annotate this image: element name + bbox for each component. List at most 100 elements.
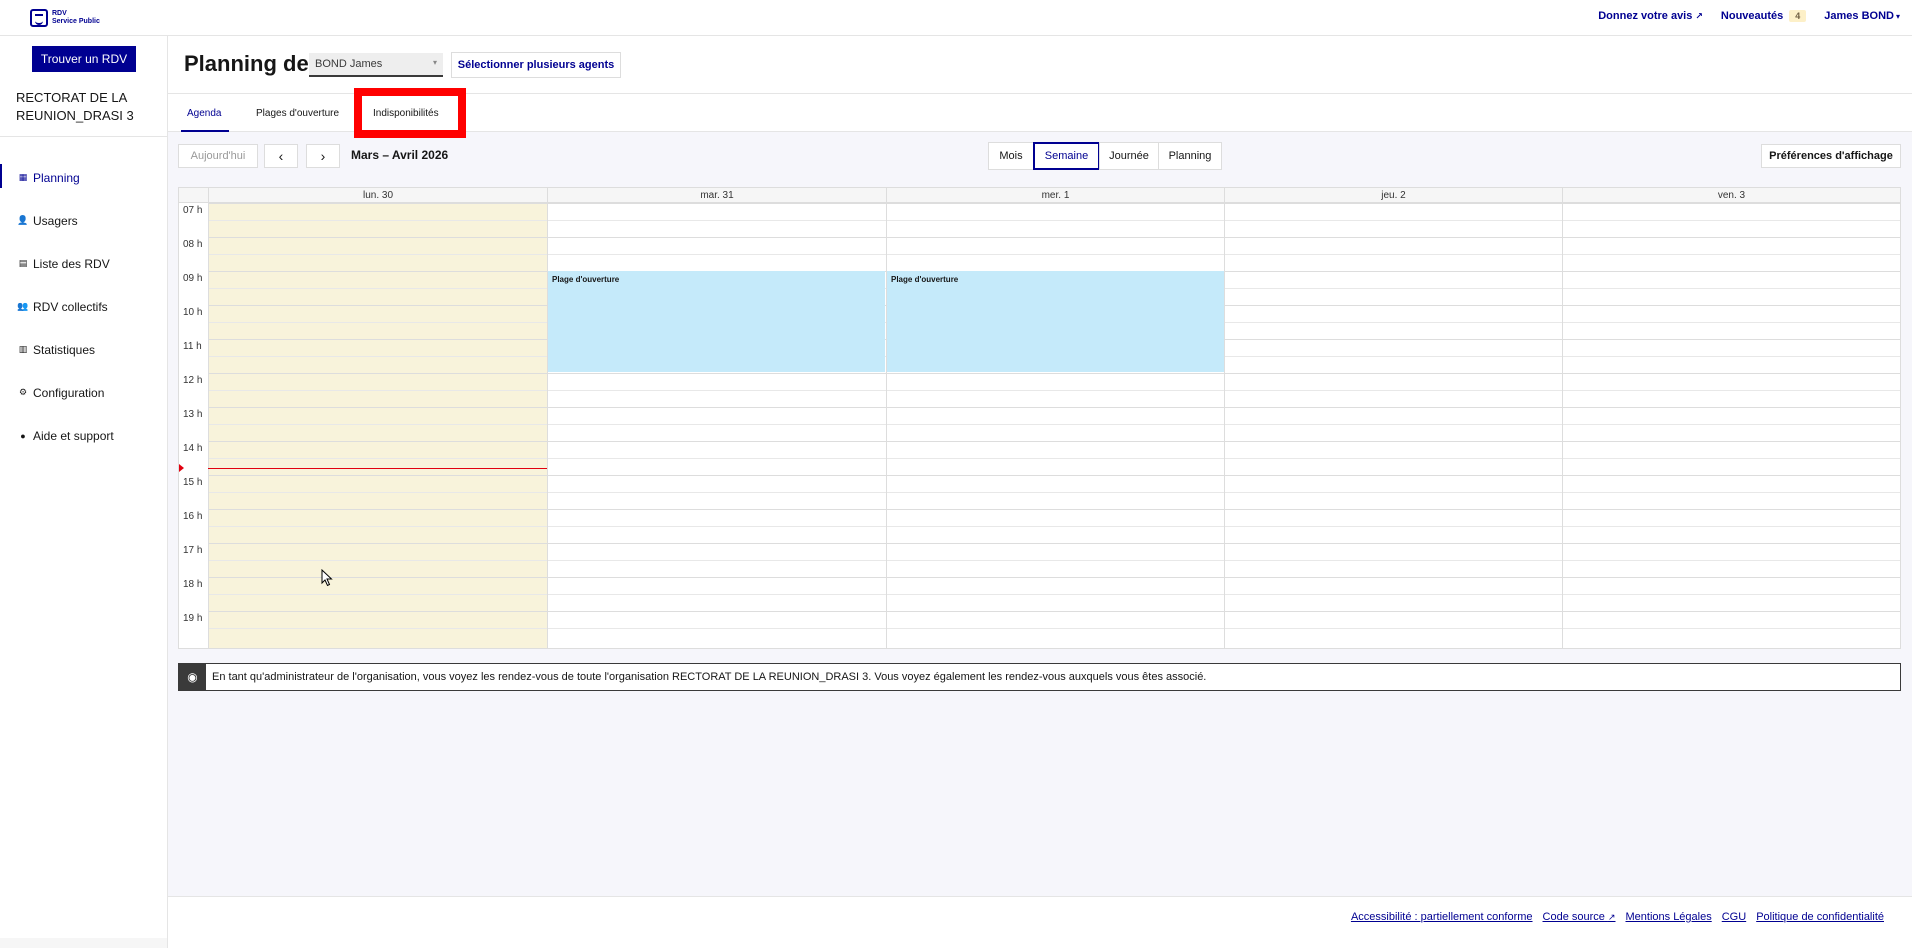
user-name: James BOND	[1824, 10, 1894, 22]
footer: Accessibilité : partiellement conforme C…	[168, 896, 1912, 948]
day-header: jeu. 2	[1224, 188, 1562, 203]
site-logo[interactable]: RDV Service Public	[30, 9, 100, 27]
hour-label: 15 h	[183, 477, 203, 488]
sidebar-divider	[0, 136, 167, 137]
date-range-title: Mars – Avril 2026	[351, 148, 449, 162]
day-header: ven. 3	[1562, 188, 1900, 203]
footer-link-cgu[interactable]: CGU	[1722, 911, 1746, 923]
logo-icon	[30, 9, 48, 27]
hour-label: 07 h	[183, 205, 203, 216]
logo-line-1: RDV	[52, 10, 67, 17]
feedback-link[interactable]: Donnez votre avis ↗	[1598, 10, 1703, 22]
half-hour-line	[208, 254, 1900, 255]
mouse-cursor-icon	[321, 569, 333, 587]
half-hour-line	[208, 492, 1900, 493]
prev-button[interactable]: ‹	[264, 144, 298, 168]
sidebar-nav: ▦ Planning 👤 Usagers ▤ Liste des RDV 👥 RDV c…	[0, 156, 167, 457]
day-header: mar. 31	[547, 188, 886, 203]
sidebar-item-rdv-collectifs[interactable]: 👥 RDV collectifs	[0, 285, 167, 328]
day-column-line	[886, 188, 887, 648]
sidebar-item-configuration[interactable]: ⚙ Configuration	[0, 371, 167, 414]
organisation-name[interactable]: RECTORAT DE LA REUNION_DRASI 3	[16, 89, 156, 125]
sidebar-item-label: Usagers	[33, 213, 78, 228]
calendar-header: lun. 30 mar. 31 mer. 1 jeu. 2 ven. 3	[179, 188, 1900, 203]
day-header: mer. 1	[886, 188, 1224, 203]
day-column-line	[1562, 188, 1563, 648]
half-hour-line	[208, 390, 1900, 391]
footer-link-privacy[interactable]: Politique de confidentialité	[1756, 911, 1884, 923]
week-calendar: lun. 30 mar. 31 mer. 1 jeu. 2 ven. 3 Pla…	[178, 187, 1901, 649]
day-header: lun. 30	[208, 188, 547, 203]
sidebar-item-liste-rdv[interactable]: ▤ Liste des RDV	[0, 242, 167, 285]
opening-slot-event[interactable]: Plage d'ouverture	[887, 271, 1224, 372]
footer-link-legal[interactable]: Mentions Légales	[1626, 911, 1712, 923]
sidebar-item-label: Liste des RDV	[33, 256, 110, 271]
external-link-icon: ↗	[1695, 11, 1703, 21]
news-label: Nouveautés	[1720, 10, 1784, 22]
hour-line	[208, 441, 1900, 442]
title-row: Planning de BOND James ▾ Sélectionner pl…	[168, 36, 1912, 94]
day-column-line	[1224, 188, 1225, 648]
find-rdv-button[interactable]: Trouver un RDV	[32, 46, 136, 72]
sidebar-item-statistiques[interactable]: ▥ Statistiques	[0, 328, 167, 371]
today-button[interactable]: Aujourd'hui	[178, 144, 258, 168]
half-hour-line	[208, 526, 1900, 527]
sidebar-item-label: Configuration	[33, 385, 105, 400]
select-multiple-agents-button[interactable]: Sélectionner plusieurs agents	[451, 52, 621, 78]
hour-label: 13 h	[183, 409, 203, 420]
news-link[interactable]: Nouveautés 4	[1720, 10, 1807, 22]
agent-select[interactable]: BOND James ▾	[309, 53, 443, 77]
sidebar-item-label: Statistiques	[33, 342, 96, 357]
eye-icon: ◉	[179, 664, 206, 690]
tab-agenda[interactable]: Agenda	[180, 94, 231, 132]
view-planning-button[interactable]: Planning	[1158, 142, 1222, 170]
logo-text: RDV Service Public	[52, 10, 100, 26]
half-hour-line	[208, 458, 1900, 459]
logo-line-2: Service Public	[52, 18, 100, 25]
day-column-line	[208, 188, 209, 648]
footer-link-accessibility[interactable]: Accessibilité : partiellement conforme	[1351, 911, 1533, 923]
chevron-left-icon: ‹	[278, 148, 284, 164]
hour-label: 08 h	[183, 239, 203, 250]
top-header: RDV Service Public Donnez votre avis ↗ No…	[0, 0, 1912, 36]
hour-line	[208, 475, 1900, 476]
view-week-button[interactable]: Semaine	[1033, 142, 1100, 170]
info-notice: ◉ En tant qu'administrateur de l'organis…	[178, 663, 1901, 691]
tabs-row: Agenda Plages d'ouverture Indisponibilit…	[168, 88, 1912, 138]
next-button[interactable]: ›	[306, 144, 340, 168]
footer-link-source[interactable]: Code source ↗	[1543, 911, 1616, 923]
view-day-button[interactable]: Journée	[1099, 142, 1159, 170]
opening-slot-event[interactable]: Plage d'ouverture	[548, 271, 885, 372]
sidebar-footer	[0, 938, 167, 948]
footer-links: Accessibilité : partiellement conforme C…	[1351, 911, 1884, 923]
stats-icon: ▥	[18, 344, 28, 354]
hour-label: 11 h	[183, 341, 202, 352]
hour-label: 09 h	[183, 273, 203, 284]
tab-indisponibilites[interactable]: Indisponibilités	[373, 94, 439, 132]
sidebar-item-planning[interactable]: ▦ Planning	[0, 156, 167, 199]
user-menu[interactable]: James BOND ▾	[1824, 10, 1900, 22]
sidebar-item-label: Planning	[33, 170, 80, 185]
half-hour-line	[208, 424, 1900, 425]
current-time-indicator	[208, 468, 547, 469]
hour-label: 14 h	[183, 443, 203, 454]
hour-line	[208, 373, 1900, 374]
half-hour-line	[208, 594, 1900, 595]
view-switcher: Mois Semaine Journée Planning	[988, 142, 1222, 170]
external-link-icon: ↗	[1607, 912, 1616, 922]
sidebar-item-usagers[interactable]: 👤 Usagers	[0, 199, 167, 242]
group-icon: 👥	[17, 301, 29, 311]
gear-icon: ⚙	[18, 387, 28, 397]
hour-line	[208, 237, 1900, 238]
display-preferences-button[interactable]: Préférences d'affichage	[1761, 144, 1901, 168]
half-hour-line	[208, 560, 1900, 561]
sidebar-item-aide[interactable]: ● Aide et support	[0, 414, 167, 457]
tab-plages-ouverture[interactable]: Plages d'ouverture	[256, 94, 339, 132]
hour-label: 18 h	[183, 579, 203, 590]
sidebar-item-label: Aide et support	[33, 428, 114, 443]
hour-line	[208, 407, 1900, 408]
news-count-badge: 4	[1789, 10, 1807, 22]
agent-select-value: BOND James	[315, 58, 383, 70]
view-month-button[interactable]: Mois	[988, 142, 1034, 170]
hour-label: 10 h	[183, 307, 203, 318]
